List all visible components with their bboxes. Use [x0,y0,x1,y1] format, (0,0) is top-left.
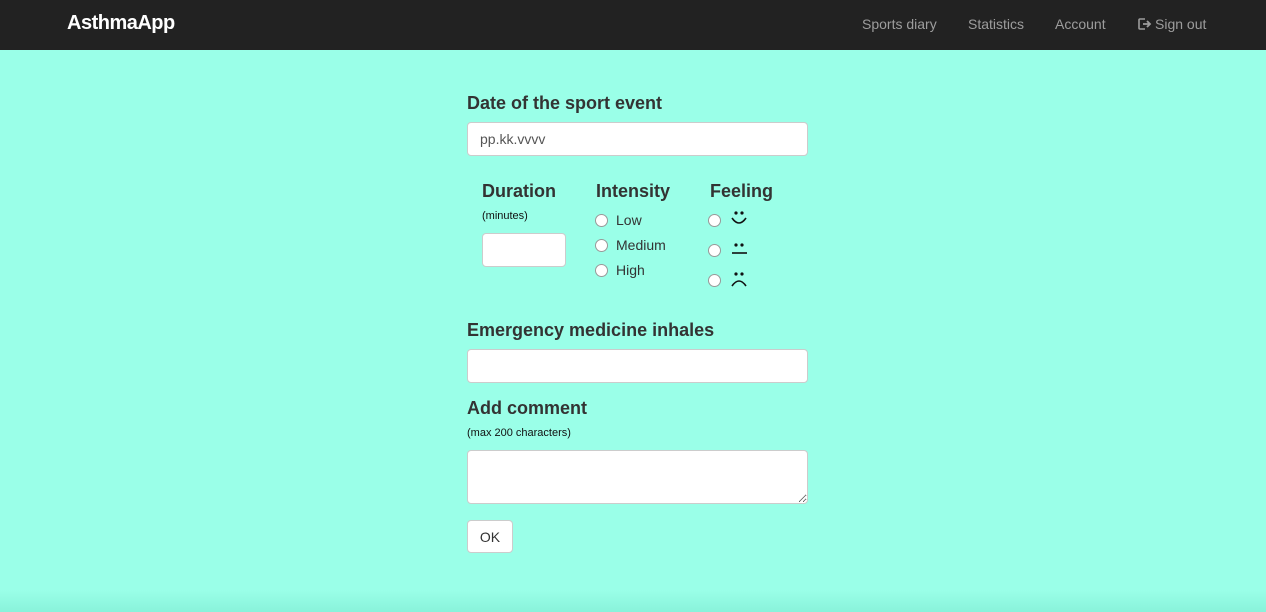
intensity-low-radio[interactable] [595,214,608,227]
comment-label: Add comment [467,398,588,418]
intensity-high-radio[interactable] [595,264,608,277]
nav-statistics[interactable]: Statistics [968,16,1024,32]
comment-textarea[interactable] [467,450,808,504]
date-label: Date of the sport event [467,93,663,113]
nav-sports-diary[interactable]: Sports diary [862,16,937,32]
feeling-label: Feeling [710,181,774,201]
intensity-medium-radio[interactable] [595,239,608,252]
date-input[interactable] [467,122,808,156]
inhales-label: Emergency medicine inhales [467,320,715,340]
inhales-input[interactable] [467,349,808,383]
sign-out-label: Sign out [1155,16,1207,32]
nav-account[interactable]: Account [1055,16,1106,32]
intensity-label: Intensity [596,181,671,201]
navbar: AsthmaApp Sports diary Statistics Accoun… [0,0,1266,50]
brand-logo[interactable]: AsthmaApp [67,12,175,35]
sad-face-icon [731,272,747,287]
duration-hint: (minutes) [482,210,528,222]
neutral-face-icon [732,243,747,254]
sign-out-icon [1138,18,1152,30]
intensity-low-label: Low [616,212,642,228]
feeling-neutral-radio[interactable] [708,244,721,257]
feeling-sad-radio[interactable] [708,274,721,287]
comment-hint: (max 200 characters) [467,427,571,439]
bottom-shadow [0,590,1266,612]
happy-face-icon [731,211,747,224]
duration-label: Duration [482,181,556,201]
ok-button[interactable]: OK [467,520,513,553]
intensity-high-label: High [616,262,645,278]
feeling-happy-radio[interactable] [708,214,721,227]
duration-input[interactable] [482,233,566,267]
intensity-medium-label: Medium [616,237,666,253]
nav-sign-out[interactable]: Sign out [1138,16,1206,32]
